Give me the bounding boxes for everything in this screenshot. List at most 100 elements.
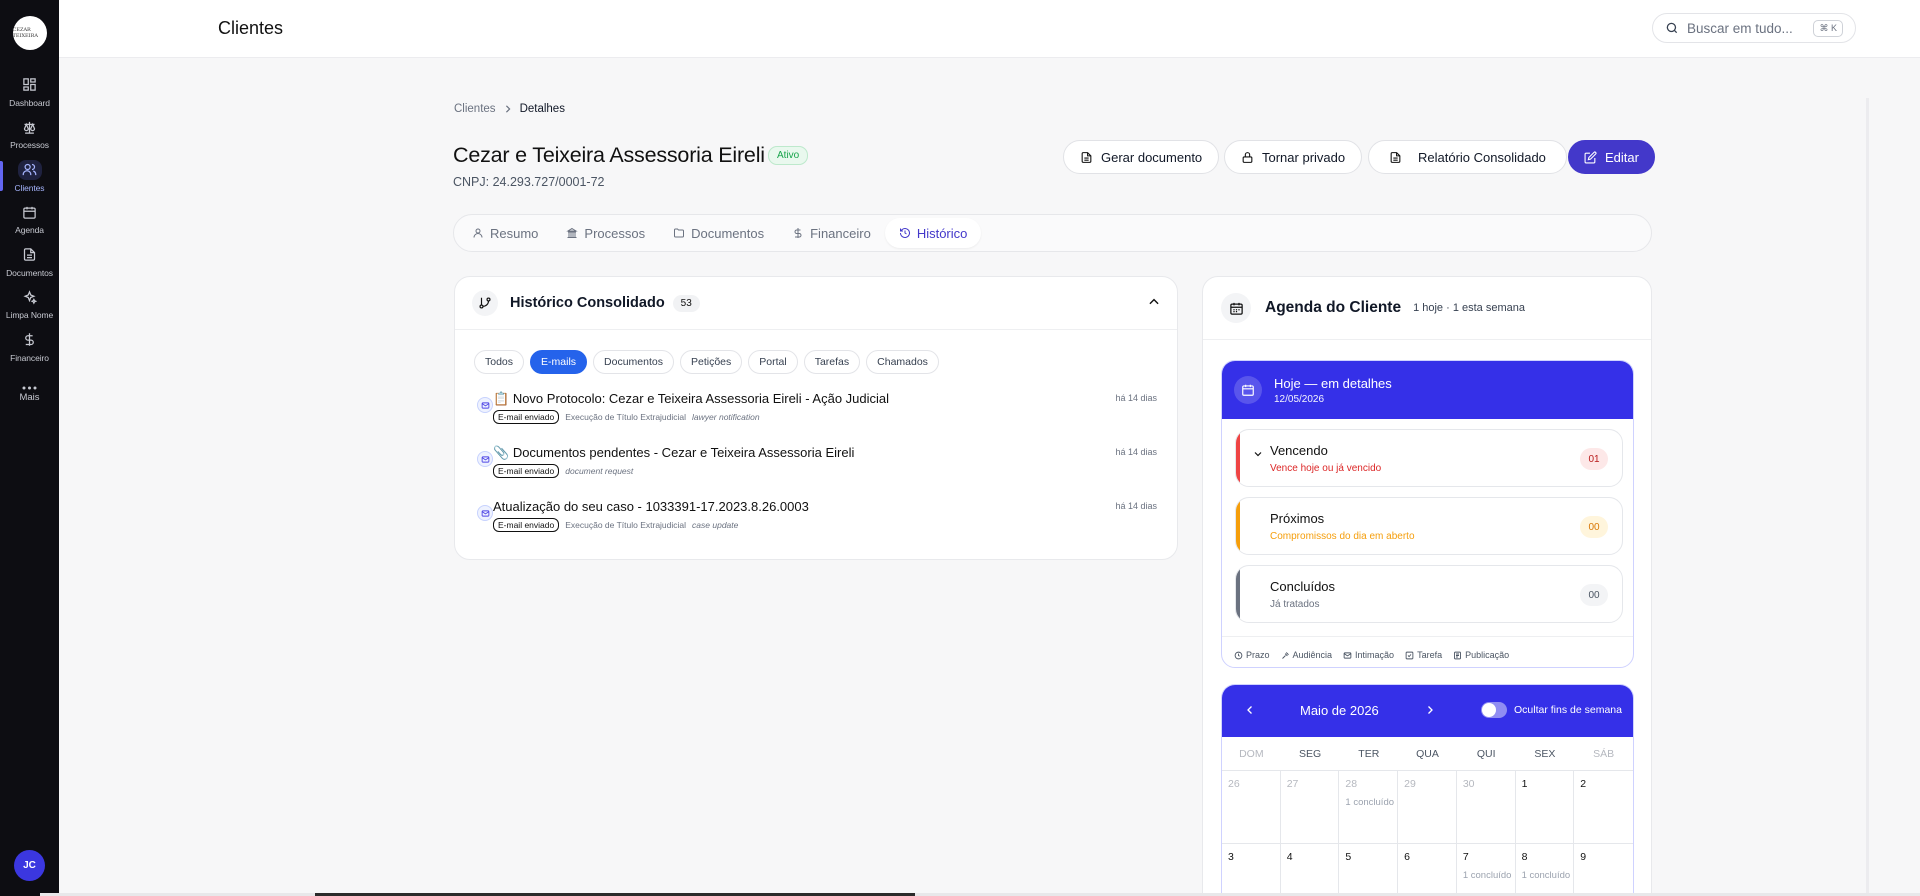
previous-month-button[interactable]: [1244, 703, 1256, 717]
weekday-label: DOM: [1239, 747, 1264, 760]
tab-processos[interactable]: Processos: [552, 218, 659, 248]
group-vencendo[interactable]: Vencendo Vence hoje ou já vencido 01: [1235, 429, 1623, 487]
generate-document-button[interactable]: Gerar documento: [1063, 140, 1220, 174]
global-search-input[interactable]: Buscar em tudo... ⌘ K: [1652, 13, 1856, 43]
tab-resumo[interactable]: Resumo: [458, 218, 552, 248]
history-item[interactable]: 📋 Novo Protocolo: Cezar e Teixeira Asses…: [477, 391, 1161, 445]
page-heading: Clientes: [218, 18, 284, 38]
history-header: Histórico Consolidado 53: [455, 277, 1177, 330]
chevron-up-icon: [1149, 298, 1159, 305]
lock-icon: [1242, 151, 1253, 163]
app-logo[interactable]: CEZAR TEIXEIRA: [12, 16, 47, 50]
history-item-title: 📎 Documentos pendentes - Cezar e Teixeir…: [493, 445, 854, 461]
filter-documentos[interactable]: Documentos: [593, 350, 674, 374]
legend-prazo: Prazo: [1234, 650, 1270, 660]
filter-peticoes[interactable]: Petições: [680, 350, 743, 374]
filter-portal[interactable]: Portal: [748, 350, 798, 374]
filter-todos[interactable]: Todos: [474, 350, 525, 374]
sidebar-item-agenda[interactable]: Agenda: [0, 198, 59, 241]
history-item-title-text: Atualização do seu caso - 1033391-17.202…: [493, 499, 809, 514]
search-icon: [1666, 22, 1678, 34]
collapse-button[interactable]: [1147, 295, 1161, 309]
sidebar-more-button[interactable]: Mais: [19, 374, 40, 414]
mail-icon: [477, 397, 493, 413]
sidebar-item-dashboard[interactable]: Dashboard: [0, 70, 59, 113]
history-item-tag: E-mail enviado: [493, 410, 560, 424]
agenda-header: Agenda do Cliente 1 hoje · 1 esta semana: [1203, 277, 1651, 340]
sidebar: CEZAR TEIXEIRA Dashboard Processos Clien…: [0, 0, 59, 896]
calendar-day-cell[interactable]: 9: [1574, 844, 1633, 896]
history-item-title: Atualização do seu caso - 1033391-17.202…: [493, 499, 809, 514]
user-avatar[interactable]: JC: [14, 850, 45, 881]
calendar-day-number: 27: [1286, 778, 1299, 790]
history-item-time: há 14 dias: [1115, 501, 1157, 511]
agenda-title: Agenda do Cliente: [1265, 299, 1402, 316]
next-month-button[interactable]: [1424, 703, 1436, 717]
sidebar-item-label: Processos: [10, 140, 49, 151]
client-cnpj: CNPJ: 24.293.727/0001-72: [453, 175, 605, 189]
history-list: 📋 Novo Protocolo: Cezar e Teixeira Asses…: [477, 391, 1161, 553]
calendar-day-cell[interactable]: 7 1 concluído: [1457, 844, 1516, 896]
calendar-day-cell[interactable]: 2: [1574, 771, 1633, 844]
history-item-time: há 14 dias: [1115, 447, 1157, 457]
calendar-day-cell[interactable]: 1: [1515, 771, 1575, 844]
calendar-day-cell[interactable]: 30: [1456, 771, 1516, 844]
tab-financeiro[interactable]: Financeiro: [778, 218, 885, 248]
calendar-day-number: 2: [1580, 778, 1587, 790]
sidebar-more-label: Mais: [19, 391, 40, 403]
group-count: 00: [1580, 584, 1608, 606]
breadcrumb-root-link[interactable]: Clientes: [454, 103, 496, 115]
tab-documentos[interactable]: Documentos: [659, 218, 778, 248]
calendar-day-cell[interactable]: 26: [1222, 771, 1281, 844]
report-icon: [1390, 151, 1401, 163]
group-title: Concluídos: [1270, 579, 1336, 594]
history-item-title-text: Novo Protocolo: Cezar e Teixeira Assesso…: [512, 391, 890, 406]
calendar-day-cell[interactable]: 8 1 concluído: [1516, 844, 1575, 896]
sidebar-item-financeiro[interactable]: Financeiro: [0, 325, 59, 368]
hide-weekends-toggle[interactable]: [1481, 702, 1507, 718]
weekday-label: QUI: [1476, 747, 1496, 760]
document-icon: [23, 248, 36, 261]
history-item-time: há 14 dias: [1115, 393, 1157, 403]
tab-label: Resumo: [490, 225, 539, 241]
history-item[interactable]: 📎 Documentos pendentes - Cezar e Teixeir…: [477, 445, 1161, 499]
calendar-day-cell[interactable]: 27: [1280, 771, 1340, 844]
month-calendar: Maio de 2026 Ocultar fins de semana DOM …: [1221, 684, 1634, 896]
paperclip-emoji-icon: 📎: [493, 445, 510, 460]
consolidated-report-button[interactable]: Relatório Consolidado: [1368, 140, 1567, 174]
calendar-day-cell[interactable]: 6: [1398, 844, 1457, 896]
history-item[interactable]: Atualização do seu caso - 1033391-17.202…: [477, 499, 1161, 553]
calendar-day-number: 8: [1521, 851, 1528, 863]
mail-icon: [477, 451, 493, 467]
folder-icon: [674, 228, 685, 238]
sidebar-item-limpa-nome[interactable]: Limpa Nome: [0, 283, 59, 326]
sidebar-item-label: Dashboard: [9, 97, 50, 108]
filter-chamados[interactable]: Chamados: [866, 350, 939, 374]
filter-tarefas[interactable]: Tarefas: [803, 350, 861, 374]
gavel-icon: [1281, 651, 1289, 659]
calendar-day-cell[interactable]: 4: [1281, 844, 1340, 896]
make-private-button[interactable]: Tornar privado: [1224, 140, 1363, 174]
agenda-card: Agenda do Cliente 1 hoje · 1 esta semana…: [1202, 276, 1652, 896]
tab-historico[interactable]: Histórico: [884, 218, 982, 248]
calendar-day-cell[interactable]: 28 1 concluído: [1339, 771, 1399, 844]
page-scrollbar[interactable]: [1866, 98, 1869, 896]
calendar-day-cell[interactable]: 3: [1222, 844, 1281, 896]
group-count: 00: [1580, 516, 1608, 538]
today-panel: Hoje — em detalhes 12/05/2026 Vencendo V…: [1221, 360, 1634, 668]
sidebar-item-documentos[interactable]: Documentos: [0, 240, 59, 283]
filter-emails[interactable]: E-mails: [530, 350, 588, 374]
calendar-day-cell[interactable]: 5: [1339, 844, 1399, 896]
sidebar-item-processos[interactable]: Processos: [0, 113, 59, 156]
chevron-left-icon: [1247, 706, 1252, 714]
edit-button[interactable]: Editar: [1568, 140, 1655, 174]
group-concluidos[interactable]: Concluídos Já tratados 00: [1235, 565, 1623, 623]
group-count: 01: [1580, 448, 1608, 470]
history-item-meta: E-mail enviado Execução de Título Extraj…: [493, 410, 760, 424]
group-proximos[interactable]: Próximos Compromissos do dia em aberto 0…: [1235, 497, 1623, 555]
client-tabs: Resumo Processos Documentos Financeiro H…: [453, 214, 1652, 252]
calendar-day-cell[interactable]: 29: [1398, 771, 1457, 844]
tab-label: Processos: [584, 225, 646, 241]
sidebar-item-clientes[interactable]: Clientes: [0, 155, 59, 198]
file-text-icon: [1081, 151, 1092, 163]
